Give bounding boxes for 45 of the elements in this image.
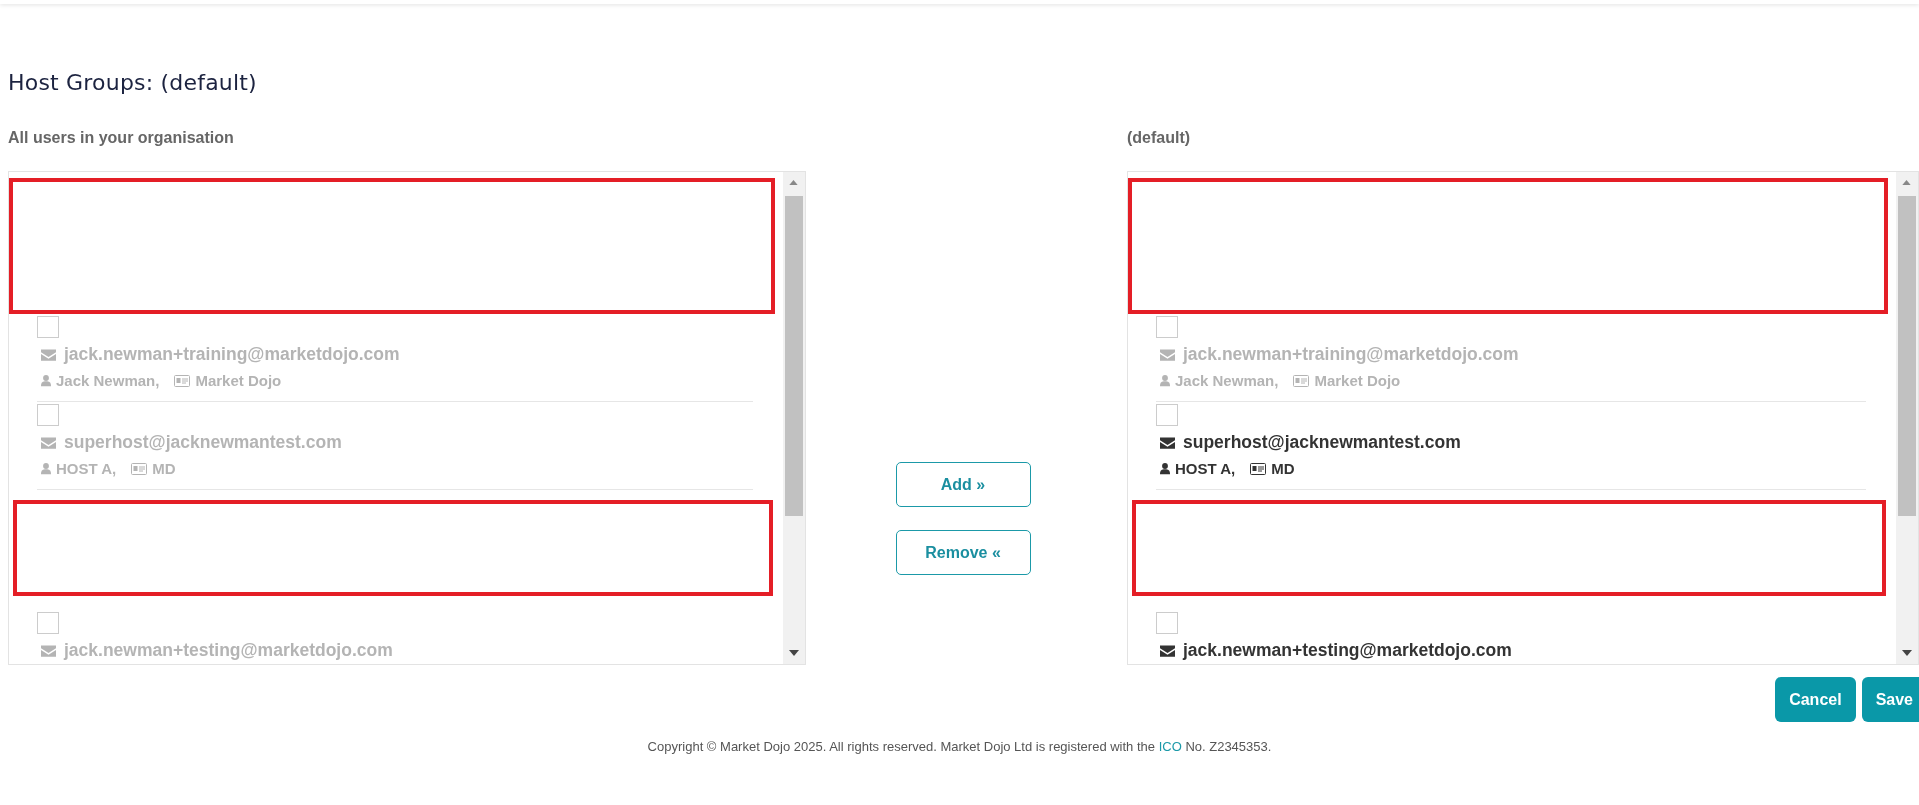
id-card-icon bbox=[131, 462, 148, 475]
company-name: Market Dojo bbox=[195, 372, 282, 389]
transfer-button[interactable]: Remove « bbox=[895, 530, 1031, 575]
envelope-icon bbox=[41, 644, 56, 657]
action-button[interactable]: Save bbox=[1861, 677, 1919, 722]
user-name: HOST A, bbox=[1175, 460, 1236, 477]
list-label: All users in your organisation bbox=[8, 129, 235, 148]
envelope-icon bbox=[1160, 436, 1175, 449]
envelope-icon bbox=[41, 436, 56, 449]
list-label: (default) bbox=[1127, 129, 1192, 148]
user-icon bbox=[41, 374, 51, 387]
user-email: jack.newman+testing@marketdojo.com bbox=[1183, 640, 1512, 661]
user-name: Jack Newman, bbox=[1175, 372, 1279, 389]
action-button[interactable]: Cancel bbox=[1775, 677, 1856, 722]
user-email: jack.newman+training@marketdojo.com bbox=[1183, 344, 1519, 365]
checkbox[interactable] bbox=[1156, 404, 1178, 426]
envelope-icon bbox=[41, 348, 56, 361]
user-email: jack.newman+testing@marketdojo.com bbox=[64, 640, 393, 661]
user-email: superhost@jacknewmantest.com bbox=[64, 432, 342, 453]
id-card-icon bbox=[1293, 374, 1310, 387]
scroll-up-icon[interactable] bbox=[789, 180, 798, 185]
envelope-icon bbox=[1160, 348, 1175, 361]
envelope-icon bbox=[1160, 644, 1175, 657]
copyright-text: Copyright © Market Dojo 2025. All rights reserved. Market Dojo Ltd is registered with the ICO No. Z2345353. bbox=[646, 739, 1273, 754]
ico-link[interactable]: ICO bbox=[1158, 739, 1182, 754]
user-email: superhost@jacknewmantest.com bbox=[1183, 432, 1461, 453]
transfer-button[interactable]: Add » bbox=[895, 462, 1031, 507]
user-name: Jack Newman, bbox=[56, 372, 160, 389]
scrollbar[interactable] bbox=[783, 172, 805, 664]
user-icon bbox=[1160, 462, 1170, 475]
page-title: Host Groups: (default) bbox=[8, 70, 258, 95]
id-card-icon bbox=[174, 374, 191, 387]
user-icon bbox=[1160, 374, 1170, 387]
company-name: Market Dojo bbox=[1314, 372, 1401, 389]
user-email: jack.newman+training@marketdojo.com bbox=[64, 344, 400, 365]
company-name: MD bbox=[1271, 460, 1295, 477]
id-card-icon bbox=[1250, 462, 1267, 475]
scrollbar[interactable] bbox=[1896, 172, 1918, 664]
user-name: HOST A, bbox=[56, 460, 117, 477]
scroll-up-icon[interactable] bbox=[1902, 180, 1911, 185]
scroll-down-icon[interactable] bbox=[789, 650, 799, 656]
checkbox[interactable] bbox=[1156, 612, 1178, 634]
company-name: MD bbox=[152, 460, 176, 477]
user-icon bbox=[41, 462, 51, 475]
scroll-down-icon[interactable] bbox=[1902, 650, 1912, 656]
